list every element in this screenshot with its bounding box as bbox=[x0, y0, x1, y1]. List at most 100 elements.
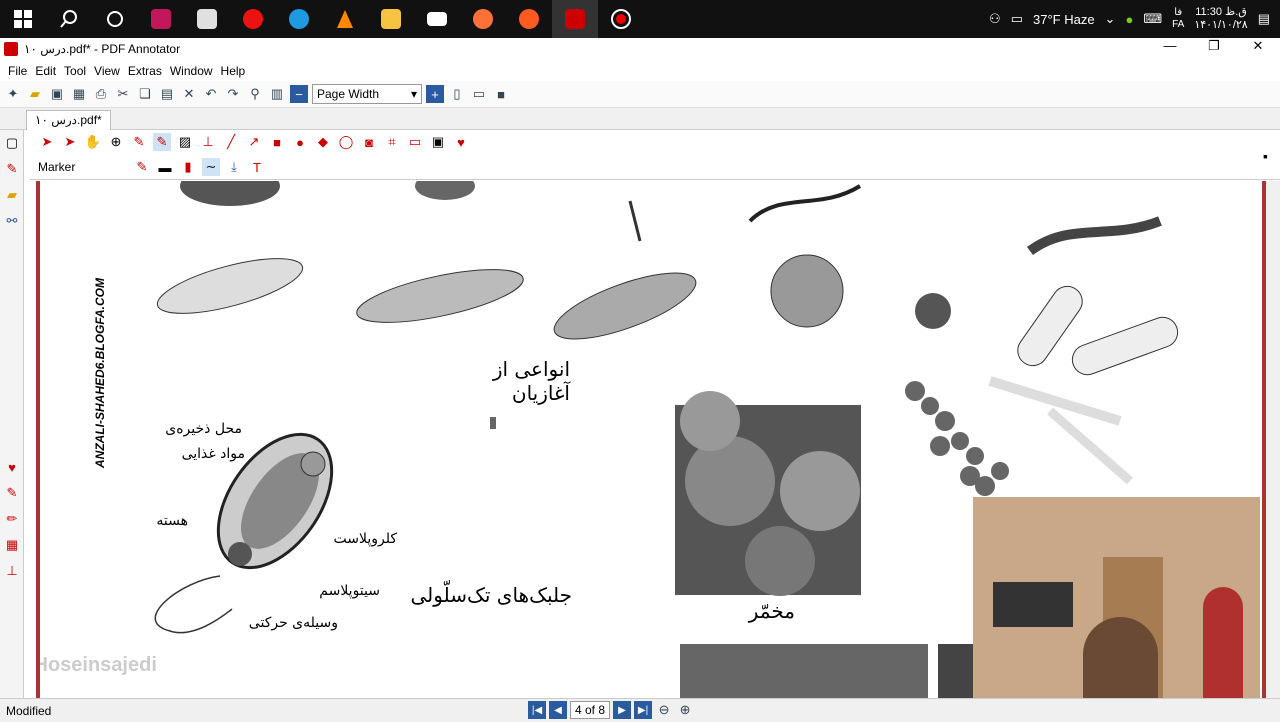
lasso-icon[interactable]: ◯ bbox=[337, 133, 355, 151]
opera-icon[interactable] bbox=[230, 0, 276, 38]
arrow-tool-icon[interactable]: ↗ bbox=[245, 133, 263, 151]
link-icon[interactable]: ⚯ bbox=[0, 208, 24, 234]
prev-page-button[interactable]: ◀ bbox=[549, 701, 567, 719]
weather-text[interactable]: 37°F Haze bbox=[1033, 12, 1095, 27]
fullscreen-icon[interactable]: ■ bbox=[492, 85, 510, 103]
menu-tool[interactable]: Tool bbox=[60, 64, 90, 78]
eraser-icon[interactable]: ◆ bbox=[314, 133, 332, 151]
zoom-in-icon[interactable]: + bbox=[426, 85, 444, 103]
forward-icon[interactable]: ⊕ bbox=[676, 701, 694, 719]
fill-color-icon[interactable]: ▮ bbox=[179, 158, 197, 176]
continuous-icon[interactable]: ▭ bbox=[470, 85, 488, 103]
zoom-tool-icon[interactable]: ⊕ bbox=[107, 133, 125, 151]
favorites-heart-icon[interactable]: ♥ bbox=[452, 133, 470, 151]
zoom-out-icon[interactable]: − bbox=[290, 85, 308, 103]
maximize-button[interactable]: ❐ bbox=[1192, 38, 1236, 54]
undo-icon[interactable]: ↶ bbox=[202, 85, 220, 103]
highlighter-icon[interactable]: ✎ bbox=[0, 480, 24, 506]
hand-icon[interactable]: ✋ bbox=[84, 133, 102, 151]
clock[interactable]: 11:30 ق.ظ ۱۴۰۱/۱۰/۲۸ bbox=[1194, 6, 1247, 32]
menu-window[interactable]: Window bbox=[166, 64, 217, 78]
notifications-icon[interactable]: ▤ bbox=[1258, 11, 1270, 27]
ruler-icon[interactable]: ▭ bbox=[406, 133, 424, 151]
zoom-select[interactable]: Page Width ▾ bbox=[312, 84, 422, 104]
task-view-icon[interactable] bbox=[92, 0, 138, 38]
stamp-icon[interactable]: ⊥ bbox=[0, 558, 24, 584]
open-icon[interactable]: ▰ bbox=[26, 85, 44, 103]
firefox-2-icon[interactable] bbox=[506, 0, 552, 38]
clock-time: 11:30 ق.ظ bbox=[1195, 6, 1247, 18]
folder-icon[interactable]: ▰ bbox=[0, 182, 24, 208]
new-icon[interactable]: ✦ bbox=[4, 85, 22, 103]
edge-icon[interactable] bbox=[276, 0, 322, 38]
line-width-icon[interactable]: ▬ bbox=[156, 158, 174, 176]
save-icon[interactable]: ▣ bbox=[48, 85, 66, 103]
search-icon[interactable] bbox=[46, 0, 92, 38]
delete-icon[interactable]: ✕ bbox=[180, 85, 198, 103]
record-icon[interactable] bbox=[598, 0, 644, 38]
menu-help[interactable]: Help bbox=[217, 64, 250, 78]
windows-start-icon[interactable] bbox=[0, 0, 46, 38]
menu-file[interactable]: File bbox=[4, 64, 31, 78]
line-tool-icon[interactable]: ╱ bbox=[222, 133, 240, 151]
next-page-button[interactable]: ▶ bbox=[613, 701, 632, 719]
menu-edit[interactable]: Edit bbox=[31, 64, 60, 78]
marker-tool-icon[interactable]: ✎ bbox=[153, 133, 171, 151]
insert-image-icon[interactable]: ▣ bbox=[429, 133, 447, 151]
firefox-icon[interactable] bbox=[460, 0, 506, 38]
vertical-scrollbar[interactable] bbox=[1266, 181, 1280, 698]
toolbar-overflow-icon[interactable]: ▪ bbox=[1263, 148, 1268, 164]
layout-icon[interactable]: ▥ bbox=[268, 85, 286, 103]
chevron-up-icon[interactable]: ⌄ bbox=[1105, 11, 1116, 27]
page-indicator[interactable]: 4 of 8 bbox=[570, 701, 611, 719]
redo-icon[interactable]: ↷ bbox=[224, 85, 242, 103]
select-text-icon[interactable]: ➤ bbox=[61, 133, 79, 151]
smooth-stroke-icon[interactable]: ∼ bbox=[202, 158, 220, 176]
favorite-icon[interactable]: ♥ bbox=[0, 454, 24, 480]
select-arrow-icon[interactable]: ➤ bbox=[38, 133, 56, 151]
cut-icon[interactable]: ✂ bbox=[114, 85, 132, 103]
save-as-icon[interactable]: ▦ bbox=[70, 85, 88, 103]
app-tray-icon[interactable]: ● bbox=[1125, 12, 1133, 27]
close-button[interactable]: ✕ bbox=[1236, 38, 1280, 54]
language-indicator[interactable]: فا FA bbox=[1172, 7, 1184, 31]
crop-icon[interactable]: ⌗ bbox=[383, 133, 401, 151]
print-icon[interactable]: ⎙ bbox=[92, 85, 110, 103]
menu-view[interactable]: View bbox=[90, 64, 124, 78]
chevron-down-icon: ▾ bbox=[410, 87, 417, 101]
page-navigation: |◀ ◀ 4 of 8 ▶ ▶| ⊖ ⊕ bbox=[528, 701, 694, 719]
acrobat-icon[interactable] bbox=[138, 0, 184, 38]
back-icon[interactable]: ⊖ bbox=[655, 701, 673, 719]
paste-icon[interactable]: ▤ bbox=[158, 85, 176, 103]
find-icon[interactable]: ⚲ bbox=[246, 85, 264, 103]
image-tool-icon[interactable]: ▨ bbox=[176, 133, 194, 151]
people-icon[interactable]: ⚇ bbox=[989, 11, 1001, 27]
chart-icon[interactable]: ▦ bbox=[0, 532, 24, 558]
color-picker-icon[interactable]: ✎ bbox=[133, 158, 151, 176]
minimize-button[interactable]: — bbox=[1148, 38, 1192, 54]
ellipse-tool-icon[interactable]: ● bbox=[291, 133, 309, 151]
stamp-tool-icon[interactable]: ⊥ bbox=[199, 133, 217, 151]
text-color-icon[interactable]: T bbox=[248, 158, 266, 176]
single-page-icon[interactable]: ▯ bbox=[448, 85, 466, 103]
first-page-button[interactable]: |◀ bbox=[528, 701, 546, 719]
last-page-button[interactable]: ▶| bbox=[634, 701, 653, 719]
vlc-icon[interactable] bbox=[322, 0, 368, 38]
file-explorer-icon[interactable] bbox=[368, 0, 414, 38]
snap-icon[interactable]: ⤓ bbox=[225, 158, 243, 176]
pen-icon[interactable]: ✎ bbox=[0, 156, 24, 182]
weather-icon[interactable]: ▭ bbox=[1011, 11, 1023, 27]
pen-tool-icon[interactable]: ✎ bbox=[130, 133, 148, 151]
keyboard-icon[interactable]: ⌨ bbox=[1143, 11, 1162, 27]
camera-icon[interactable]: ◙ bbox=[360, 133, 378, 151]
copy-icon[interactable]: ❏ bbox=[136, 85, 154, 103]
nucleus-label: هسته bbox=[156, 513, 188, 529]
store-icon[interactable] bbox=[184, 0, 230, 38]
pdf-annotator-taskbar-icon[interactable] bbox=[552, 0, 598, 38]
marker-icon[interactable]: ✏ bbox=[0, 506, 24, 532]
document-tab[interactable]: درس ۱۰.pdf* bbox=[26, 110, 111, 130]
menu-extras[interactable]: Extras bbox=[124, 64, 166, 78]
mail-icon[interactable] bbox=[414, 0, 460, 38]
rectangle-tool-icon[interactable]: ■ bbox=[268, 133, 286, 151]
page-icon[interactable]: ▢ bbox=[0, 130, 24, 156]
